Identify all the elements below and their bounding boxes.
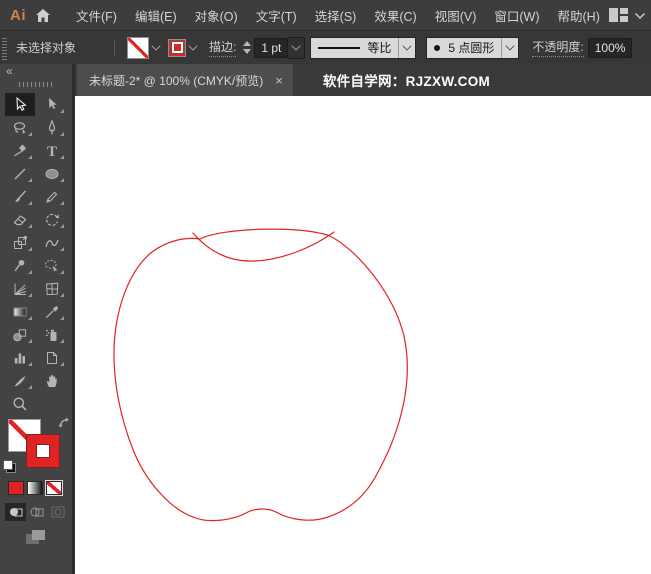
scale-tool[interactable] [5, 231, 35, 254]
brush-definition-dropdown[interactable]: 5 点圆形 [426, 36, 520, 59]
menu-select[interactable]: 选择(S) [306, 6, 366, 25]
divider [114, 39, 115, 56]
empty-slot [37, 392, 67, 415]
artboard-tool[interactable] [37, 346, 67, 369]
document-tab-title: 未标题-2* @ 100% (CMYK/预览) [89, 73, 264, 88]
brush-definition-label: 5 点圆形 [448, 41, 495, 55]
pencil-tool[interactable] [37, 185, 67, 208]
tools-panel: « T [0, 64, 75, 574]
menu-file[interactable]: 文件(F) [67, 6, 126, 25]
stroke-proxy-red[interactable] [26, 434, 60, 468]
watermark-site-text: 软件自学网：RJZXW.COM [322, 74, 491, 89]
blend-tool[interactable] [5, 323, 35, 346]
stroke-weight-stepper[interactable] [243, 41, 252, 54]
line-segment-tool[interactable] [5, 162, 35, 185]
document-tab[interactable]: 未标题-2* @ 100% (CMYK/预览) × [77, 64, 293, 96]
pen-tool[interactable] [37, 116, 67, 139]
gradient-tool[interactable] [5, 300, 35, 323]
collapse-panel-icon[interactable]: « [0, 64, 72, 78]
default-fill-stroke-icon[interactable] [3, 460, 16, 473]
menu-window[interactable]: 窗口(W) [485, 6, 548, 25]
svg-text:T: T [47, 144, 57, 159]
stroke-weight-field[interactable]: 1 pt [254, 37, 289, 58]
chevron-down-icon [501, 37, 518, 58]
selection-tool[interactable] [5, 93, 35, 116]
workspace-switcher[interactable] [608, 8, 651, 22]
selection-status: 未选择对象 [16, 41, 77, 55]
apple-dimple-path [192, 231, 335, 262]
shape-builder-tool[interactable] [37, 254, 67, 277]
draw-inside-button[interactable] [47, 503, 68, 521]
menu-effect[interactable]: 效果(C) [365, 6, 425, 25]
close-icon[interactable]: × [275, 74, 283, 87]
column-graph-tool[interactable] [5, 346, 35, 369]
width-profile-dropdown[interactable]: 等比 [310, 36, 417, 59]
symbol-sprayer-tool[interactable] [37, 323, 67, 346]
apple-body-path [113, 228, 408, 522]
chevron-down-icon [398, 37, 415, 58]
uniform-profile-icon [318, 46, 361, 49]
drawing-mode-buttons [0, 495, 72, 521]
menu-view[interactable]: 视图(V) [426, 6, 486, 25]
paintbrush-tool[interactable] [5, 185, 35, 208]
stroke-weight-chevron[interactable] [288, 36, 306, 59]
opacity-field[interactable]: 100% [587, 37, 633, 58]
chevron-down-icon [634, 8, 645, 19]
perspective-grid-tool[interactable] [5, 277, 35, 300]
none-button[interactable] [45, 480, 63, 496]
menu-edit[interactable]: 编辑(E) [126, 6, 186, 25]
eyedropper-tool[interactable] [37, 300, 67, 323]
stroke-weight-label[interactable]: 描边: [209, 38, 237, 57]
menu-help[interactable]: 帮助(H) [549, 6, 609, 25]
home-icon[interactable] [35, 4, 51, 26]
width-profile-label: 等比 [367, 41, 392, 55]
workspace-layout-icon [608, 8, 628, 22]
hand-tool[interactable] [37, 369, 67, 392]
opacity-label[interactable]: 不透明度: [532, 38, 584, 57]
mesh-tool[interactable] [37, 277, 67, 300]
apple-outline-artwork [113, 228, 408, 522]
menu-bar: Ai 文件(F) 编辑(E) 对象(O) 文字(T) 选择(S) 效果(C) 视… [0, 0, 651, 30]
knife-tool[interactable] [5, 369, 35, 392]
rotate-tool[interactable] [37, 208, 67, 231]
draw-behind-button[interactable] [26, 503, 47, 521]
zoom-tool[interactable] [5, 392, 35, 415]
color-type-buttons [0, 475, 72, 496]
chevron-down-icon [151, 41, 161, 51]
document-tab-bar: 未标题-2* @ 100% (CMYK/预览) × 软件自学网：RJZXW.CO… [75, 64, 651, 96]
illustrator-logo: Ai [10, 6, 26, 24]
control-bar: 未选择对象 描边: 1 pt 等比 5 点圆形 不透明度: 100% [0, 30, 651, 64]
chevron-down-icon [188, 41, 198, 51]
fill-stroke-proxy [0, 417, 75, 475]
screen-mode-button[interactable] [0, 521, 72, 546]
fill-none-swatch [127, 36, 149, 59]
curvature-tool[interactable] [5, 139, 35, 162]
draw-normal-button[interactable] [5, 503, 26, 521]
swap-fill-stroke-icon[interactable] [58, 417, 71, 435]
panel-drag-grip[interactable] [19, 82, 53, 87]
fill-color-dropdown[interactable] [127, 36, 161, 59]
ellipse-tool[interactable] [37, 162, 67, 185]
eraser-tool[interactable] [5, 208, 35, 231]
round-brush-icon [434, 44, 441, 51]
artboard-canvas[interactable] [75, 96, 651, 574]
stroke-color-dropdown[interactable] [168, 38, 198, 57]
gradient-button[interactable] [27, 481, 43, 495]
stroke-red-swatch [168, 38, 186, 57]
magic-wand-tool[interactable] [5, 116, 35, 139]
width-tool[interactable] [37, 231, 67, 254]
direct-selection-tool[interactable] [37, 93, 67, 116]
menu-object[interactable]: 对象(O) [186, 6, 247, 25]
type-tool[interactable]: T [37, 139, 67, 162]
color-button[interactable] [8, 481, 24, 495]
menu-type[interactable]: 文字(T) [247, 6, 306, 25]
puppet-warp-tool[interactable] [5, 254, 35, 277]
